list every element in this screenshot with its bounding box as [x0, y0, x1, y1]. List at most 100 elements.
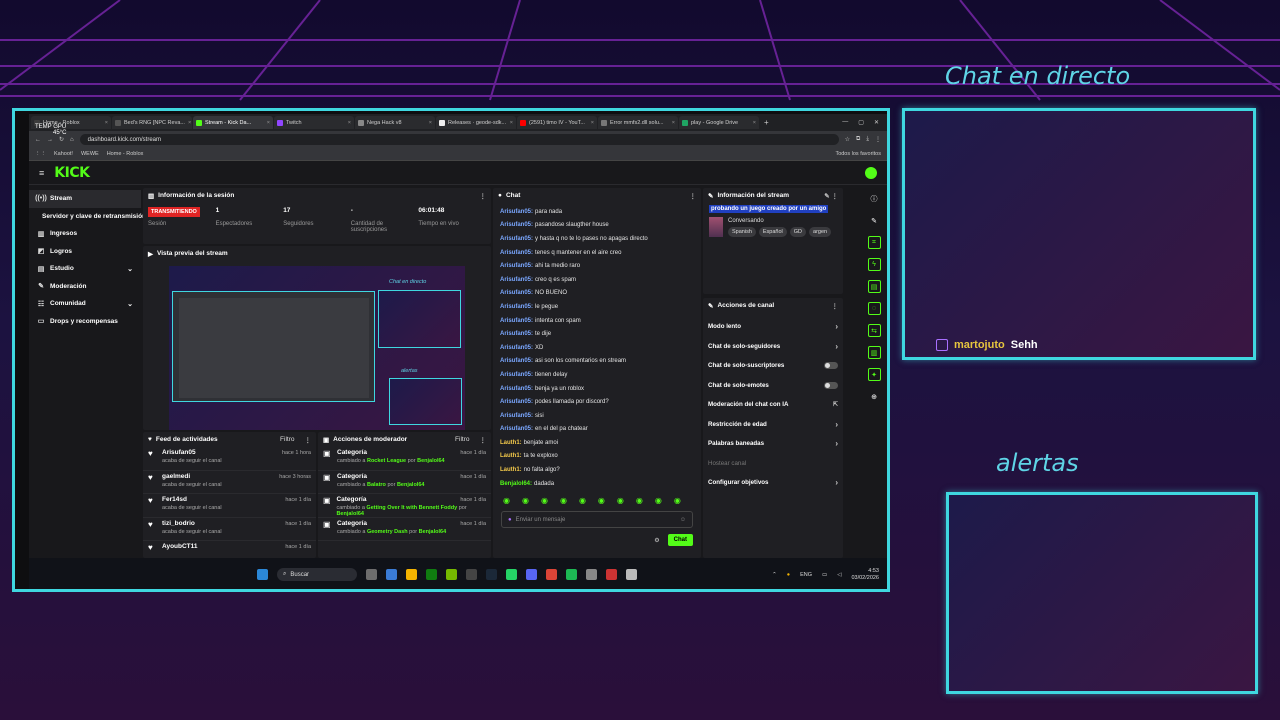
- chat-username[interactable]: Arisufan05:: [500, 304, 533, 310]
- channel-action-item[interactable]: Restricción de edad ›: [703, 415, 843, 435]
- chat-username[interactable]: Arisufan05:: [500, 358, 533, 364]
- channel-action-item[interactable]: Modo lento ›: [703, 317, 843, 337]
- kick-logo[interactable]: KICK: [54, 165, 90, 181]
- nvidia-icon[interactable]: [446, 569, 457, 580]
- emote-icon[interactable]: ◉: [560, 496, 567, 505]
- stream-tag[interactable]: Spanish: [728, 226, 756, 237]
- chat-username[interactable]: Arisufan05:: [500, 222, 533, 228]
- url-field[interactable]: dashboard.kick.com/stream: [79, 134, 839, 145]
- spotify-icon[interactable]: [566, 569, 577, 580]
- xbox-icon[interactable]: [426, 569, 437, 580]
- feed-item[interactable]: ♥ gaelmedi acaba de seguir el canal hace 3 …: [143, 471, 316, 494]
- tools-icon[interactable]: ✦: [867, 368, 881, 381]
- tab-close-icon[interactable]: ×: [510, 120, 513, 126]
- chat-username[interactable]: Arisufan05:: [500, 290, 533, 296]
- channel-action-item[interactable]: Chat de solo-suscriptores: [703, 356, 843, 376]
- close-icon[interactable]: ✕: [874, 119, 879, 126]
- browser-tab[interactable]: Releases · geode-sdk... ×: [436, 116, 516, 129]
- extensions-icon[interactable]: ⧉: [856, 136, 860, 143]
- channel-action-item[interactable]: Palabras baneadas ›: [703, 434, 843, 454]
- chat-username[interactable]: Arisufan05:: [500, 277, 533, 283]
- stream-tag[interactable]: Español: [758, 226, 787, 237]
- bookmark-wewe[interactable]: WEWE: [81, 151, 99, 157]
- chat-username[interactable]: Arisufan05:: [500, 386, 533, 392]
- star-icon[interactable]: ☆: [845, 136, 850, 143]
- sidebar-item[interactable]: Servidor y clave de retransmisión: [29, 208, 146, 226]
- chevron-down-icon[interactable]: ⌄: [127, 265, 133, 273]
- add-widget-icon[interactable]: ⊕: [868, 390, 881, 403]
- tab-close-icon[interactable]: ×: [267, 120, 270, 126]
- language-indicator[interactable]: ENG: [800, 572, 812, 578]
- chat-username[interactable]: Arisufan05:: [500, 345, 533, 351]
- chat-username[interactable]: Arisufan05:: [500, 250, 533, 256]
- volume-icon[interactable]: ◁: [837, 572, 841, 578]
- maximize-icon[interactable]: ▢: [858, 119, 864, 126]
- more-icon[interactable]: ⋮: [832, 302, 839, 310]
- clock[interactable]: 4:53 03/02/2026: [851, 568, 879, 582]
- stream-preview[interactable]: Chat en directo alertas: [169, 266, 465, 430]
- browser-tab[interactable]: Twitch ×: [274, 116, 354, 129]
- apps-icon[interactable]: ⋮⋮: [35, 151, 46, 157]
- emote-icon[interactable]: ◉: [503, 496, 510, 505]
- pen-icon[interactable]: ✎: [868, 214, 881, 227]
- bookmark-roblox[interactable]: Home - Roblox: [107, 151, 144, 157]
- chat-username[interactable]: Arisufan05:: [500, 413, 533, 419]
- browser-tab[interactable]: play - Google Drive ×: [679, 116, 759, 129]
- sidebar-item[interactable]: ☷ Comunidad ⌄: [29, 295, 141, 313]
- document-icon[interactable]: ▤: [867, 280, 881, 293]
- browser-tab[interactable]: Error mmfs2.dll solu... ×: [598, 116, 678, 129]
- bookmark-kahoot[interactable]: Kahoot!: [54, 151, 73, 157]
- lightning-icon[interactable]: ϟ: [867, 258, 881, 271]
- emote-icon[interactable]: ◉: [636, 496, 643, 505]
- task-view-icon[interactable]: [366, 569, 377, 580]
- mod-action-item[interactable]: ▣ Categoría cambiado a Geometry Dash por B…: [318, 518, 491, 541]
- mic-icon[interactable]: ●: [787, 572, 790, 578]
- network-icon[interactable]: ▭: [822, 572, 827, 578]
- chat-username[interactable]: Arisufan05:: [500, 372, 533, 378]
- chat-username[interactable]: Arisufan05:: [500, 263, 533, 269]
- chat-username[interactable]: Arisufan05:: [500, 331, 533, 337]
- external-link-icon[interactable]: ⇱: [833, 401, 838, 408]
- chat-username[interactable]: Arisufan05:: [500, 209, 533, 215]
- tab-close-icon[interactable]: ×: [591, 120, 594, 126]
- sidebar-item[interactable]: ▥ Ingresos: [29, 225, 141, 243]
- reload-icon[interactable]: ↻: [59, 136, 64, 143]
- steam-icon[interactable]: [486, 569, 497, 580]
- discord-icon[interactable]: [526, 569, 537, 580]
- settings-icon[interactable]: ⚙: [654, 537, 659, 544]
- browser-tab[interactable]: (2591) timo IV - YouT... ×: [517, 116, 597, 129]
- emote-icon[interactable]: ◉: [617, 496, 624, 505]
- feed-item[interactable]: ♥ tizi_bodrio acaba de seguir el canal hace…: [143, 518, 316, 541]
- more-icon[interactable]: ⋮: [690, 192, 697, 200]
- chat-bubble-icon[interactable]: ◌: [867, 302, 881, 315]
- chevron-right-icon[interactable]: ›: [835, 322, 838, 331]
- chat-username[interactable]: Benjalol64:: [500, 481, 532, 487]
- more-icon[interactable]: ⋮: [480, 436, 487, 444]
- chat-username[interactable]: Arisufan05:: [500, 399, 533, 405]
- app-icon[interactable]: [626, 569, 637, 580]
- browser-tab[interactable]: Bed's RNG [NPC Reva... ×: [112, 116, 192, 129]
- chat-username[interactable]: Lauth1:: [500, 440, 522, 446]
- menu-icon[interactable]: ⋮: [875, 136, 881, 143]
- home-icon[interactable]: ⌂: [70, 137, 74, 143]
- taskbar-search[interactable]: ⌕ Buscar: [277, 568, 357, 581]
- emote-icon[interactable]: ◉: [655, 496, 662, 505]
- emote-icon[interactable]: ◉: [579, 496, 586, 505]
- toggle-switch[interactable]: [824, 362, 838, 370]
- more-icon[interactable]: ⋮: [305, 436, 312, 444]
- stream-tag[interactable]: GD: [789, 226, 807, 237]
- feed-item[interactable]: ♥ Fer14sd acaba de seguir el canal hace 1 d…: [143, 494, 316, 518]
- tab-close-icon[interactable]: ×: [348, 120, 351, 126]
- tab-close-icon[interactable]: ×: [429, 120, 432, 126]
- emote-icon[interactable]: ◉: [674, 496, 681, 505]
- chevron-up-icon[interactable]: ⌃: [772, 572, 777, 578]
- chevron-right-icon[interactable]: ›: [835, 478, 838, 487]
- chevron-down-icon[interactable]: ⌄: [127, 300, 133, 308]
- download-icon[interactable]: ⤓: [866, 136, 869, 143]
- chevron-right-icon[interactable]: ›: [835, 439, 838, 448]
- feed-item[interactable]: ♥ AyoubCT11 hace 1 día: [143, 541, 316, 558]
- sidebar-item[interactable]: ▭ Drops y recompensas: [29, 313, 141, 331]
- chat-username[interactable]: Arisufan05:: [500, 318, 533, 324]
- channel-action-item[interactable]: Configurar objetivos ›: [703, 473, 843, 493]
- channel-action-item[interactable]: Chat de solo-emotes: [703, 376, 843, 396]
